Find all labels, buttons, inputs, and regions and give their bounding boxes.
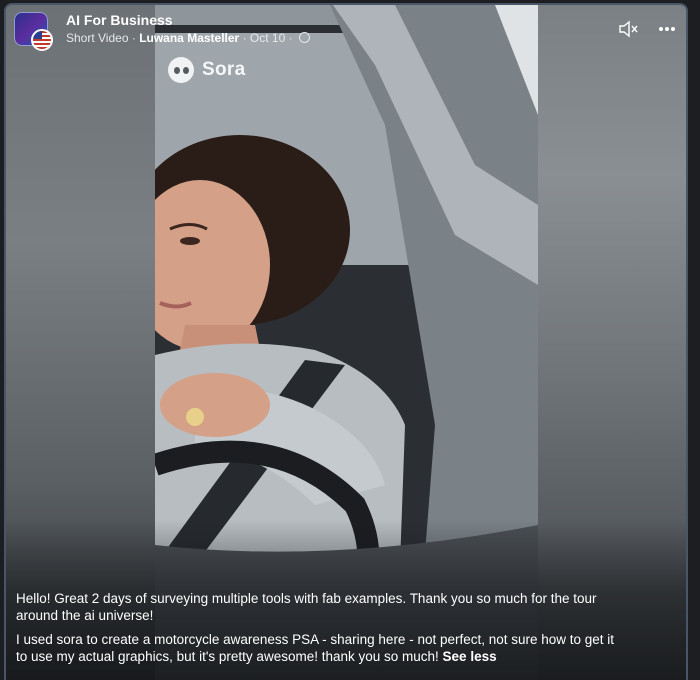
- separator: ·: [131, 31, 136, 45]
- sora-logo-icon: [168, 57, 194, 83]
- author-link[interactable]: Luwana Masteller: [139, 31, 239, 45]
- group-name-link[interactable]: AI For Business: [66, 12, 310, 29]
- watermark-text: Sora: [202, 59, 246, 80]
- video-post-frame: [4, 3, 688, 680]
- video-controls: [618, 20, 676, 38]
- profile-badge[interactable]: [31, 29, 53, 51]
- more-options-icon[interactable]: [658, 26, 676, 32]
- separator: ·: [288, 31, 293, 45]
- avatar[interactable]: [14, 12, 53, 51]
- post-date-link[interactable]: Oct 10: [250, 31, 285, 45]
- post-header: AI For Business Short Video · Luwana Mas…: [14, 12, 310, 51]
- globe-icon[interactable]: [298, 32, 310, 43]
- caption-paragraph-1: Hello! Great 2 days of surveying multipl…: [16, 591, 597, 623]
- post-subline: Short Video · Luwana Masteller · Oct 10 …: [66, 30, 310, 46]
- post-type-label: Short Video: [66, 31, 129, 45]
- see-less-link[interactable]: See less: [443, 649, 497, 664]
- speaker-muted-icon[interactable]: [618, 20, 640, 38]
- separator: ·: [242, 31, 247, 45]
- caption-paragraph-2-text: I used sora to create a motorcycle aware…: [16, 632, 615, 664]
- caption-paragraph-2: I used sora to create a motorcycle aware…: [16, 631, 616, 665]
- sora-watermark: Sora: [168, 57, 245, 83]
- post-caption: Hello! Great 2 days of surveying multipl…: [16, 590, 616, 672]
